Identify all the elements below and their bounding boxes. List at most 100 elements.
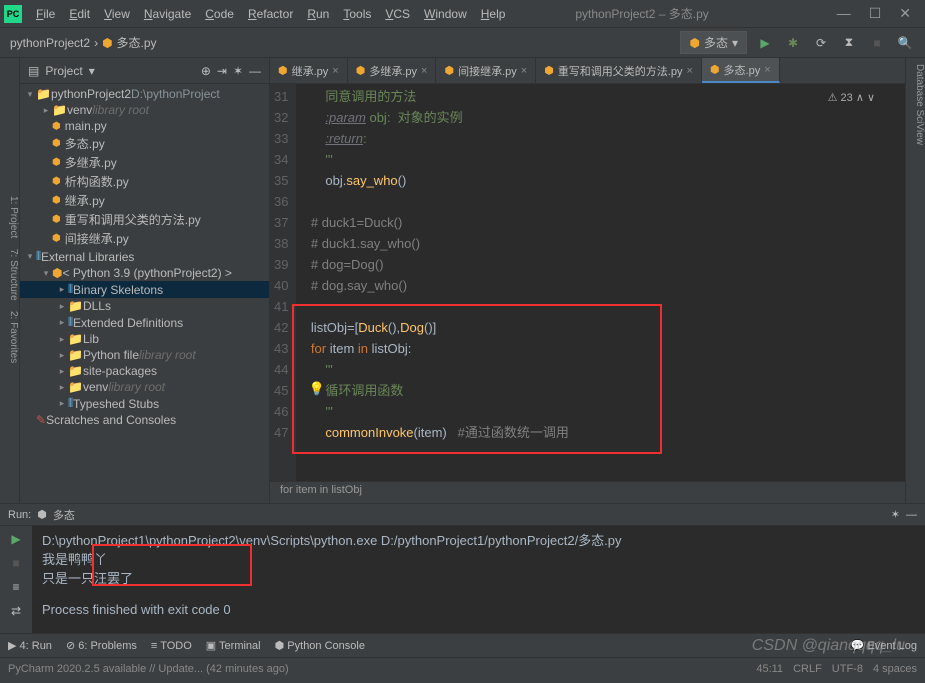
close-tab-icon[interactable]: × [764,64,770,76]
menu-code[interactable]: Code [199,5,240,23]
window-title: pythonProject2 – 多态.py [575,5,708,22]
wrap-button[interactable]: ⇄ [11,604,21,618]
tree-item[interactable]: ▸📁 Lib [20,331,269,347]
project-panel-header: ▤ Project ▾ ⊕ ⇥ ✶ — [20,58,269,84]
settings-icon[interactable]: ✶ [891,508,900,521]
tree-item[interactable]: ▸📁 site-packages [20,363,269,379]
tree-item[interactable]: ▸📁 venv library root [20,102,269,118]
editor-tab[interactable]: ⬢间接继承.py× [436,58,536,83]
indent-info[interactable]: 4 spaces [873,663,917,675]
run-output-line: 我是鸭鸭丫 [42,549,915,568]
run-button[interactable]: ▶ [755,33,775,53]
close-button[interactable]: ✕ [899,5,911,22]
settings-icon[interactable]: ✶ [233,64,243,78]
todo-tab[interactable]: ≡ TODO [151,640,192,652]
code-lines[interactable]: ⚠ 23 ∧ ∨ 💡 同意调用的方法 :param obj: 对象的实例 :re… [296,84,905,481]
intention-bulb-icon[interactable]: 💡 [308,378,324,399]
tree-item[interactable]: ▸📁 DLLs [20,298,269,314]
main-area: 1: Project 7: Structure 2: Favorites ▤ P… [0,58,925,503]
caret-position[interactable]: 45:11 [756,663,783,675]
tree-item[interactable]: ⬢main.py [20,118,269,134]
project-tool-tab[interactable]: 1: Project [8,196,19,238]
project-tool-window: ▤ Project ▾ ⊕ ⇥ ✶ — ▾📁 pythonProject2 D:… [20,58,270,503]
close-tab-icon[interactable]: × [521,65,527,77]
tree-item[interactable]: ⬢多态.py [20,134,269,153]
menu-tools[interactable]: Tools [337,5,377,23]
profile-button[interactable]: ⧗ [839,33,859,53]
close-tab-icon[interactable]: × [332,65,338,77]
tree-item[interactable]: ⬢多继承.py [20,153,269,172]
editor-breadcrumb[interactable]: for item in listObj [270,481,905,503]
layout-button[interactable]: ≡ [12,580,19,594]
run-config-name[interactable]: 多态 [53,507,75,523]
tree-item[interactable]: ▸📁 venv library root [20,379,269,395]
hide-icon[interactable]: — [906,509,917,521]
structure-tool-tab[interactable]: 7: Structure [8,249,19,301]
editor-tab[interactable]: ⬢多继承.py× [348,58,437,83]
stop-button[interactable]: ■ [867,33,887,53]
dropdown-icon[interactable]: ▾ [89,64,95,78]
close-tab-icon[interactable]: × [687,65,693,77]
tree-item[interactable]: ⬢继承.py [20,191,269,210]
tree-item[interactable]: ⬢间接继承.py [20,229,269,248]
python-console-tab[interactable]: ⬢ Python Console [275,639,365,652]
event-log-tab[interactable]: 💬 Event Log [851,639,917,652]
favorites-tool-tab[interactable]: 2: Favorites [8,311,19,363]
run-output[interactable]: D:\pythonProject1\pythonProject2\venv\Sc… [32,526,925,633]
menu-edit[interactable]: Edit [63,5,96,23]
menu-view[interactable]: View [98,5,136,23]
run-panel-header: Run: ⬢ 多态 ✶ — [0,504,925,526]
editor-area: ⬢继承.py×⬢多继承.py×⬢间接继承.py×⬢重写和调用父类的方法.py×⬢… [270,58,905,503]
sciview-tool-tab[interactable]: SciView [914,110,925,145]
line-separator[interactable]: CRLF [793,663,822,675]
menu-file[interactable]: File [30,5,61,23]
menu-refactor[interactable]: Refactor [242,5,299,23]
tree-item[interactable]: ▾⫴ External Libraries [20,248,269,265]
search-everywhere-button[interactable]: 🔍 [895,33,915,53]
maximize-button[interactable]: ☐ [869,5,882,22]
locate-icon[interactable]: ⊕ [201,64,211,78]
run-config-selector[interactable]: ⬢ 多态 ▾ [680,31,747,54]
status-message[interactable]: PyCharm 2020.2.5 available // Update... … [8,663,289,675]
debug-button[interactable]: ✱ [783,33,803,53]
close-tab-icon[interactable]: × [421,65,427,77]
menu-run[interactable]: Run [301,5,335,23]
tree-item[interactable]: ▾📁 pythonProject2 D:\pythonProject [20,86,269,102]
window-controls: — ☐ ✕ [837,5,921,22]
stop-button[interactable]: ■ [12,556,19,570]
project-panel-title[interactable]: Project [45,64,82,78]
run-tool-window: Run: ⬢ 多态 ✶ — ▶ ■ ≡ ⇄ D:\pythonProject1\… [0,503,925,633]
breadcrumb-project[interactable]: pythonProject2 [10,36,90,50]
tree-item[interactable]: ⬢析构函数.py [20,172,269,191]
file-encoding[interactable]: UTF-8 [832,663,863,675]
problems-tab[interactable]: ⊘ 6: Problems [66,639,137,652]
status-bar: PyCharm 2020.2.5 available // Update... … [0,657,925,679]
project-view-icon: ▤ [28,64,39,78]
hide-icon[interactable]: — [249,64,261,78]
database-tool-tab[interactable]: Database [914,64,925,107]
menu-vcs[interactable]: VCS [379,5,416,23]
menu-window[interactable]: Window [418,5,473,23]
project-tree[interactable]: ▾📁 pythonProject2 D:\pythonProject▸📁 ven… [20,84,269,503]
breadcrumb-file[interactable]: 多态.py [117,34,157,51]
menu-navigate[interactable]: Navigate [138,5,197,23]
collapse-icon[interactable]: ⇥ [217,64,227,78]
tree-item[interactable]: ▸⫴ Typeshed Stubs [20,395,269,412]
coverage-button[interactable]: ⟳ [811,33,831,53]
run-tab[interactable]: ▶ 4: Run [8,639,52,652]
editor-tab[interactable]: ⬢多态.py× [702,58,780,83]
tree-item[interactable]: ▾⬢ < Python 3.9 (pythonProject2) > [20,265,269,281]
rerun-button[interactable]: ▶ [11,532,20,546]
minimize-button[interactable]: — [837,5,851,22]
tree-item[interactable]: ▸📁 Python file library root [20,347,269,363]
code-editor[interactable]: 3132333435363738394041424344454647 ⚠ 23 … [270,84,905,481]
tree-item[interactable]: ⬢重写和调用父类的方法.py [20,210,269,229]
tree-item[interactable]: ▸⫴ Extended Definitions [20,314,269,331]
tree-item[interactable]: ✎ Scratches and Consoles [20,412,269,428]
editor-tab[interactable]: ⬢继承.py× [270,58,348,83]
terminal-tab[interactable]: ▣ Terminal [206,639,261,652]
menu-help[interactable]: Help [475,5,512,23]
inspection-badge[interactable]: ⚠ 23 ∧ ∨ [828,88,875,109]
tree-item[interactable]: ▸⫴ Binary Skeletons [20,281,269,298]
editor-tab[interactable]: ⬢重写和调用父类的方法.py× [536,58,702,83]
